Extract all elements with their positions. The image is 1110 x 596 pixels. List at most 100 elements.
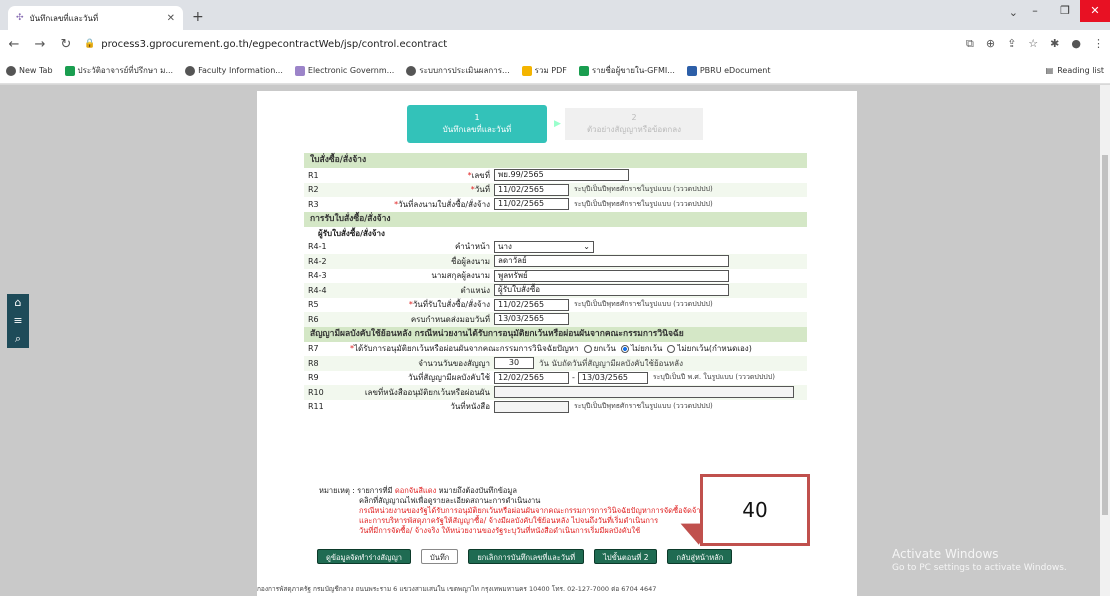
save-button[interactable]: บันทึก — [420, 549, 459, 564]
position-input[interactable]: ผู้รับใบสั่งซื้อ — [494, 284, 729, 297]
row-r6: R6 ครบกำหนดส่งมอบวันที่ 13/03/2565 — [304, 312, 807, 327]
row-label: *วันที่ — [470, 185, 490, 195]
activate-windows-watermark: Activate Windows Go to PC settings to ac… — [892, 547, 1067, 573]
action-buttons: ดูข้อมูลจัดทำร่างสัญญา บันทึก ยกเลิกการบ… — [317, 549, 733, 564]
watermark-subtitle: Go to PC settings to activate Windows. — [892, 563, 1067, 573]
radio-custom[interactable] — [667, 344, 676, 353]
receive-date-input[interactable]: 11/02/2565 — [494, 298, 569, 311]
row-label: จำนวนวันของสัญญา — [418, 358, 490, 368]
next-step-button[interactable]: ไปขั้นตอนที่ 2 — [594, 549, 658, 564]
lock-icon: 🔒 — [84, 39, 96, 49]
delivery-date-input[interactable]: 13/03/2565 — [494, 313, 569, 326]
bookmark-label: ระบบการประเมินผลการ... — [419, 66, 510, 75]
maximize-icon[interactable]: ❐ — [1050, 0, 1080, 22]
letter-number-input[interactable] — [494, 386, 794, 399]
cancel-button[interactable]: ยกเลิกการบันทึกเลขที่และวันที่ — [468, 549, 585, 564]
bookmark-gfmis[interactable]: รายชื่อผู้ขายใน-GFMI... — [578, 64, 675, 77]
contract-days-input[interactable]: 30 — [494, 357, 534, 370]
row-code: R7 — [308, 344, 319, 354]
reload-icon[interactable]: ↻ — [58, 37, 74, 52]
page-footer: กองการพัสดุภาครัฐ กรมบัญชีกลาง ถนนพระราม… — [257, 585, 657, 593]
scrollbar[interactable] — [1100, 85, 1110, 596]
row-r8: R8 จำนวนวันของสัญญา 30 วัน นับถัดวันที่สัญญ… — [304, 356, 807, 371]
view-draft-button[interactable]: ดูข้อมูลจัดทำร่างสัญญา — [317, 549, 411, 564]
chevron-down-icon: ⌄ — [583, 241, 590, 251]
toolbar-icons: ⧉ ⊕ ⇪ ☆ ✱ ● ⋮ — [966, 37, 1104, 51]
address-bar[interactable]: 🔒 process3.gprocurement.go.th/egpecontra… — [84, 39, 447, 50]
window-controls: – ❐ ✕ — [1020, 0, 1110, 22]
extensions-icon[interactable]: ✱ — [1050, 37, 1059, 51]
row-r5: R5 *วันที่รับใบสั่งซื้อ/สั่งจ้าง 11/02/256… — [304, 298, 807, 313]
browser-tab[interactable]: ✣ บันทึกเลขที่และวันที่ ✕ — [8, 6, 183, 30]
bookmark-advisor[interactable]: ประวัติอาจารย์ที่ปรึกษา ม... — [64, 64, 173, 77]
bookmark-evaluation[interactable]: ระบบการประเมินผลการ... — [406, 64, 510, 77]
minimize-icon[interactable]: – — [1020, 0, 1050, 22]
date-hint: ระบุปีเป็นปีพุทธศักราชในรูปแบบ (วววดปปปป… — [574, 402, 713, 411]
row-label: *ได้รับการอนุมัติยกเว้นหรือผ่อนผันจากคณะ… — [350, 344, 579, 354]
effect-from-input[interactable]: 12/02/2565 — [494, 371, 569, 384]
last-name-input[interactable]: พูลทรัพย์ — [494, 269, 729, 282]
profile-avatar[interactable]: ● — [1071, 37, 1081, 51]
row-label: เลขที่หนังสืออนุมัติยกเว้นหรือผ่อนผัน — [364, 387, 490, 397]
watermark-title: Activate Windows — [892, 547, 999, 561]
radio-label: ไม่ยกเว้น — [630, 344, 663, 354]
bookmark-new-tab[interactable]: New Tab — [6, 65, 53, 76]
radio-not-exempt[interactable] — [620, 344, 629, 353]
first-name-input[interactable]: ลดาวัลย์ — [494, 255, 729, 268]
order-number-input[interactable]: พย.99/2565 — [494, 169, 629, 182]
row-code: R5 — [308, 300, 319, 310]
translate-icon[interactable]: ⧉ — [966, 37, 974, 51]
forward-icon[interactable]: → — [32, 37, 48, 52]
row-code: R9 — [308, 373, 319, 383]
scrollbar-thumb[interactable] — [1102, 155, 1108, 515]
bookmark-pdf[interactable]: รวม PDF — [521, 64, 567, 77]
row-label: ครบกำหนดส่งมอบวันที่ — [410, 314, 490, 324]
row-label: วันที่สัญญามีผลบังคับใช้ — [408, 373, 490, 383]
browser-chrome: ✣ บันทึกเลขที่และวันที่ ✕ + ⌄ – ❐ ✕ ← → … — [0, 0, 1110, 85]
row-r10: R10 เลขที่หนังสืออนุมัติยกเว้นหรือผ่อนผัน — [304, 385, 807, 400]
back-home-button[interactable]: กลับสู่หน้าหลัก — [667, 549, 733, 564]
section-effect: สัญญามีผลบังคับใช้ย้อนหลัง กรณีหน่วยงานไ… — [304, 326, 807, 342]
radio-label: ยกเว้น — [593, 344, 616, 354]
step-1[interactable]: 1 บันทึกเลขที่และวันที่ — [407, 105, 547, 143]
reading-list[interactable]: ▤ Reading list — [1046, 66, 1104, 75]
zoom-icon[interactable]: ⊕ — [986, 37, 995, 51]
row-r4-4: R4-4 ตำแหน่ง ผู้รับใบสั่งซื้อ — [304, 283, 807, 298]
row-label: *เลขที่ — [467, 170, 490, 180]
bookmark-faculty[interactable]: Faculty Information... — [185, 65, 283, 76]
bookmark-edocument[interactable]: PBRU eDocument — [686, 65, 771, 76]
effect-to-input[interactable]: 13/03/2565 — [577, 371, 648, 384]
menu-icon[interactable]: ⋮ — [1093, 37, 1104, 51]
new-tab-icon[interactable]: + — [192, 9, 204, 25]
order-date-input[interactable]: 11/02/2565 — [494, 183, 569, 196]
step-2[interactable]: 2 ตัวอย่างสัญญาหรือข้อตกลง — [565, 108, 703, 140]
row-r11: R11 วันที่หนังสือ ระบุปีเป็นปีพุทธศักราชใน… — [304, 400, 807, 415]
row-label: ตำแหน่ง — [460, 285, 491, 295]
search-icon[interactable]: ⌕ — [7, 330, 29, 348]
close-tab-icon[interactable]: ✕ — [167, 13, 175, 24]
back-icon[interactable]: ← — [6, 37, 22, 52]
radio-label: ไม่ยกเว้น(กำหนดเอง) — [677, 344, 752, 354]
bookmark-egov[interactable]: Electronic Governm... — [294, 65, 394, 76]
row-r1: R1 *เลขที่ พย.99/2565 — [304, 168, 807, 183]
tab-search-icon[interactable]: ⌄ — [1009, 6, 1018, 19]
date-hint: ระบุปีเป็นปี พ.ศ. ในรูปแบบ (วววดปปปป) — [652, 373, 775, 382]
sign-date-input[interactable]: 11/02/2565 — [494, 198, 569, 211]
letter-date-input[interactable] — [494, 400, 569, 413]
list-menu-icon[interactable]: ≡ — [7, 312, 29, 330]
row-r7: R7 *ได้รับการอนุมัติยกเว้นหรือผ่อนผันจากค… — [304, 342, 807, 357]
row-r2: R2 *วันที่ 11/02/2565 ระบุปีเป็นปีพุทธศักรา… — [304, 182, 807, 197]
close-window-icon[interactable]: ✕ — [1080, 0, 1110, 22]
share-icon[interactable]: ⇪ — [1007, 37, 1016, 51]
title-select[interactable]: นาง ⌄ — [494, 240, 594, 253]
reading-list-icon: ▤ — [1045, 66, 1054, 75]
star-icon[interactable]: ☆ — [1028, 37, 1038, 51]
home-icon[interactable]: ⌂ — [7, 294, 29, 312]
step-indicator: 1 บันทึกเลขที่และวันที่ ▶ 2 ตัวอย่างสัญญาห… — [407, 105, 707, 145]
date-hint: ระบุปีเป็นปีพุทธศักราชในรูปแบบ (วววดปปปป… — [574, 300, 713, 309]
row-code: R10 — [308, 387, 324, 397]
row-code: R6 — [308, 314, 319, 324]
radio-exempt[interactable] — [583, 344, 592, 353]
tab-title: บันทึกเลขที่และวันที่ — [29, 13, 99, 23]
select-value: นาง — [498, 241, 512, 251]
